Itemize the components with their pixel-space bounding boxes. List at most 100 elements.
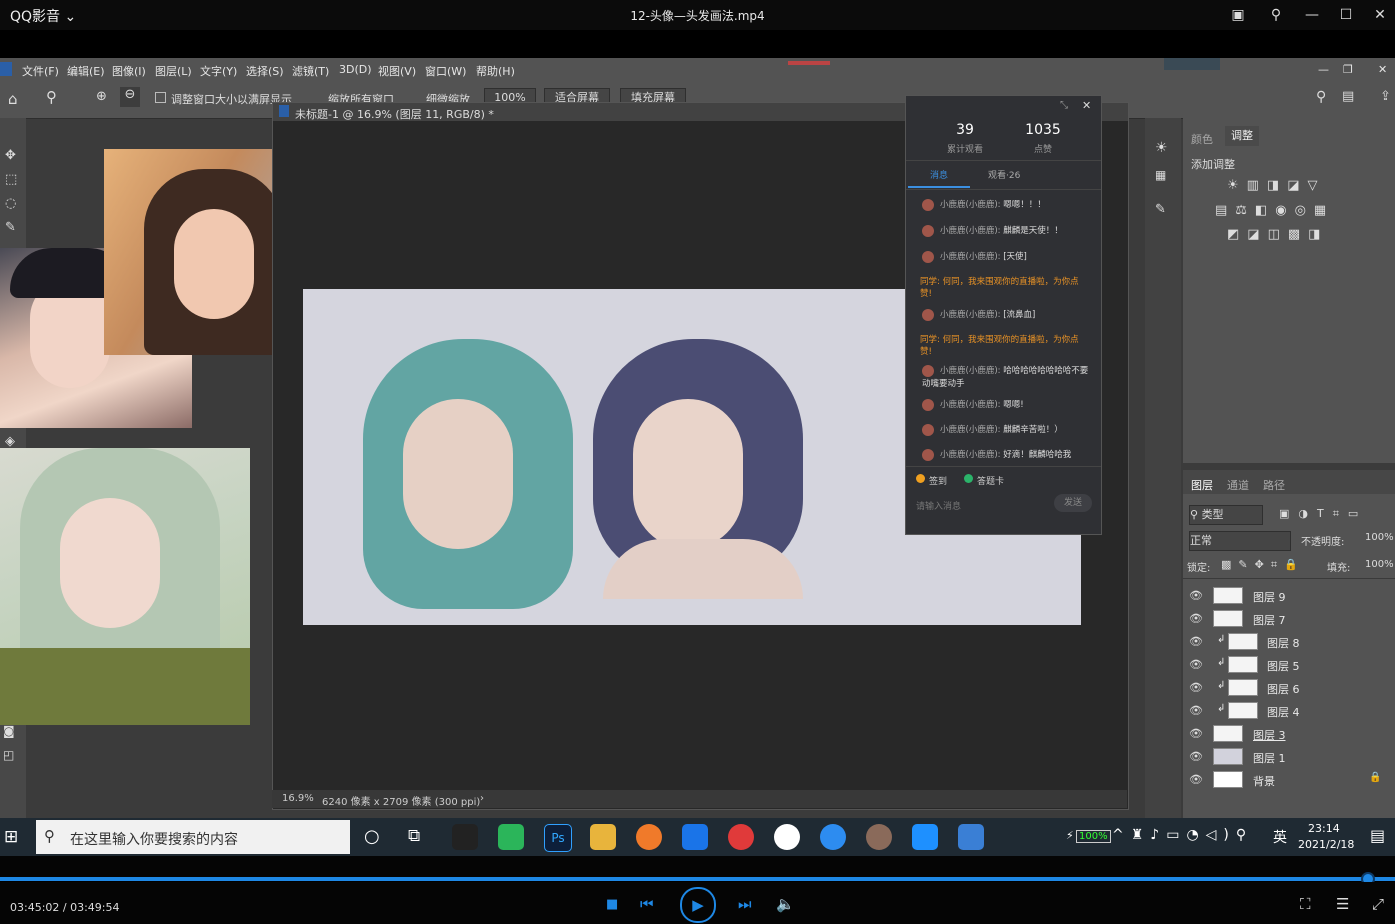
ps-restore-icon[interactable]: ❐ (1343, 63, 1353, 76)
search-icon[interactable]: ⚲ (1316, 89, 1326, 105)
stream-app-icon[interactable] (958, 824, 984, 850)
visibility-eye-icon[interactable]: 👁 (1189, 704, 1203, 717)
resize-windows-checkbox[interactable] (155, 92, 166, 103)
visibility-eye-icon[interactable]: 👁 (1189, 773, 1203, 786)
tab-layers[interactable]: 图层 (1191, 477, 1213, 493)
play-button[interactable]: ▶ (680, 887, 716, 923)
photoshop-app-icon[interactable]: Ps (544, 824, 572, 852)
blend-mode-select[interactable]: 正常 (1189, 531, 1291, 551)
adjustment-icons-row-1[interactable]: ☀▥◨◪▽ (1227, 178, 1326, 193)
tray-icons[interactable]: ^♜♪▭◔◁)⚲ (1112, 827, 1253, 843)
layer-filter-icons[interactable]: ▣◑T⌗▭ (1279, 507, 1367, 521)
adjustments-icon[interactable]: ☀ (1155, 140, 1168, 156)
menu-view[interactable]: 视图(V) (378, 63, 416, 79)
lock-icons[interactable]: ▩✎✥⌗🔒 (1221, 558, 1305, 572)
notifications-icon[interactable]: ▤ (1370, 826, 1385, 845)
fullscreen-icon[interactable]: ⤢ (1372, 895, 1384, 913)
tab-paths[interactable]: 路径 (1263, 477, 1285, 493)
bucket-tool-icon[interactable]: ◈ (5, 434, 15, 449)
checkin-button[interactable]: 答题卡 (977, 474, 1004, 487)
layer-row[interactable]: 👁 图层 3 (1183, 722, 1395, 745)
layer-row[interactable]: 👁 ↲ 图层 5 (1183, 653, 1395, 676)
avatar-app-icon[interactable] (866, 824, 892, 850)
adjustment-icons-row-3[interactable]: ◩◪◫▩◨ (1227, 227, 1328, 242)
quick-select-icon[interactable]: ✎ (5, 220, 16, 235)
clock-date[interactable]: 2021/2/18 (1298, 838, 1354, 851)
visibility-eye-icon[interactable]: 👁 (1189, 589, 1203, 602)
menu-layer[interactable]: 图层(L) (155, 63, 192, 79)
menu-image[interactable]: 图像(I) (112, 63, 146, 79)
security-app-icon[interactable] (682, 824, 708, 850)
menu-file[interactable]: 文件(F) (22, 63, 59, 79)
menu-help[interactable]: 帮助(H) (476, 63, 515, 79)
reference-photo-3[interactable] (0, 448, 250, 725)
lasso-tool-icon[interactable]: ◌ (5, 196, 16, 211)
layer-row[interactable]: 👁 ↲ 图层 6 (1183, 676, 1395, 699)
status-arrow-icon[interactable]: › (480, 793, 484, 804)
minimize-icon[interactable]: — (1302, 5, 1322, 25)
move-tool-icon[interactable]: ✥ (5, 148, 16, 163)
taskbar-search[interactable]: ⚲ 在这里输入你要搜索的内容 (36, 820, 350, 854)
zoom-in-icon[interactable]: ⊕ (96, 89, 107, 104)
levels-icon[interactable]: ▦ (1155, 168, 1166, 182)
progress-bar[interactable] (0, 877, 1395, 881)
fill-field[interactable]: 100% (1365, 559, 1394, 570)
maximize-icon[interactable]: ☐ (1336, 5, 1356, 25)
menu-3d[interactable]: 3D(D) (339, 63, 372, 76)
chat-input[interactable]: 请输入消息 (916, 499, 961, 512)
home-icon[interactable]: ⌂ (8, 90, 18, 108)
netease-music-icon[interactable] (728, 824, 754, 850)
pin-icon[interactable]: ⚲ (1266, 5, 1286, 25)
visibility-eye-icon[interactable]: 👁 (1189, 658, 1203, 671)
ps-close-icon[interactable]: ✕ (1378, 63, 1387, 76)
settings-icon[interactable]: ☰ (1336, 895, 1349, 913)
chat-minimize-icon[interactable]: ⤡ (1060, 100, 1068, 111)
visibility-eye-icon[interactable]: 👁 (1189, 612, 1203, 625)
next-button[interactable]: ⏭ (738, 895, 752, 913)
zoom-tool-icon[interactable]: ⚲ (46, 88, 57, 106)
tab-channels[interactable]: 通道 (1227, 477, 1249, 493)
cortana-icon[interactable]: ○ (364, 826, 380, 847)
quick-mask-icon[interactable]: ◙ (3, 724, 15, 738)
zoom-out-icon[interactable]: ⊖ (120, 87, 140, 107)
visibility-eye-icon[interactable]: 👁 (1189, 681, 1203, 694)
battery-icon[interactable]: ⚡ (1066, 829, 1074, 842)
opacity-field[interactable]: 100% (1365, 532, 1394, 543)
menu-filter[interactable]: 滤镜(T) (292, 63, 329, 79)
file-explorer-icon[interactable] (590, 824, 616, 850)
task-view-icon[interactable]: ⧉ (408, 826, 420, 846)
screenshot-icon[interactable]: ⛶ (1300, 895, 1311, 913)
stop-button[interactable]: ■ (606, 897, 618, 912)
workspace-icon[interactable]: ▤ (1342, 89, 1354, 104)
layer-row[interactable]: 👁 ↲ 图层 4 (1183, 699, 1395, 722)
visibility-eye-icon[interactable]: 👁 (1189, 727, 1203, 740)
mini-mode-icon[interactable]: ▣ (1228, 5, 1248, 25)
video-frame[interactable]: 文件(F) 编辑(E) 图像(I) 图层(L) 文字(Y) 选择(S) 滤镜(T… (0, 58, 1395, 854)
video-app-icon[interactable] (912, 824, 938, 850)
close-icon[interactable]: ✕ (1370, 5, 1390, 25)
browser-app-icon[interactable] (636, 824, 662, 850)
layer-row[interactable]: 👁 图层 1 (1183, 745, 1395, 768)
wps-app-icon[interactable] (774, 824, 800, 850)
layer-kind-filter[interactable]: ⚲ 类型 (1189, 505, 1263, 525)
tab-adjustments[interactable]: 调整 (1225, 126, 1259, 146)
tab-color[interactable]: 颜色 (1191, 131, 1213, 147)
layer-row[interactable]: 👁 图层 9 (1183, 584, 1395, 607)
qq-app-icon[interactable] (452, 824, 478, 850)
screen-mode-icon[interactable]: ◰ (3, 748, 14, 762)
visibility-eye-icon[interactable]: 👁 (1189, 635, 1203, 648)
chat-close-icon[interactable]: ✕ (1082, 99, 1091, 112)
ps-minimize-icon[interactable]: — (1318, 63, 1329, 76)
clock-time[interactable]: 23:14 (1308, 822, 1340, 835)
tab-viewers[interactable]: 观看·26 (988, 168, 1020, 181)
brush-settings-icon[interactable]: ✎ (1155, 202, 1166, 217)
ime-indicator[interactable]: 英 (1273, 827, 1287, 847)
marquee-tool-icon[interactable]: ⬚ (5, 172, 17, 187)
menu-edit[interactable]: 编辑(E) (67, 63, 105, 79)
menu-window[interactable]: 窗口(W) (425, 63, 466, 79)
layer-row[interactable]: 👁 背景 🔒 (1183, 768, 1395, 791)
layer-row[interactable]: 👁 ↲ 图层 8 (1183, 630, 1395, 653)
menu-select[interactable]: 选择(S) (246, 63, 284, 79)
previous-button[interactable]: ⏮ (640, 895, 654, 913)
adjustment-icons-row-2[interactable]: ▤⚖◧◉◎▦ (1215, 203, 1334, 218)
